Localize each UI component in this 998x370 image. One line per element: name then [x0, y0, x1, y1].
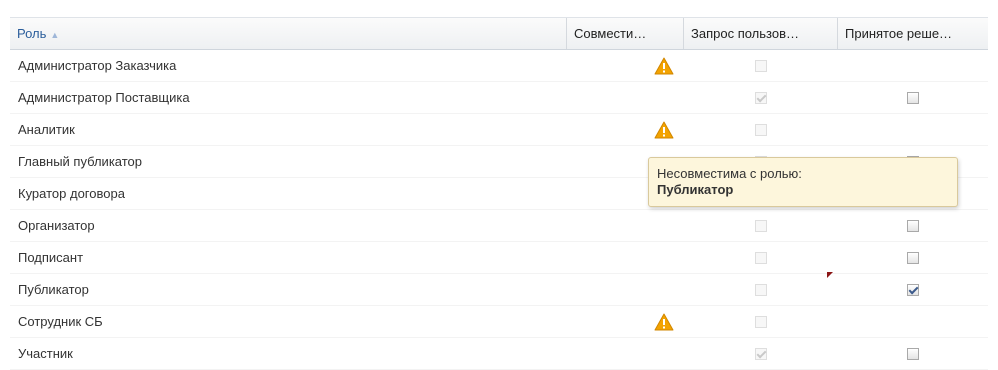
user-request-cell [684, 210, 838, 241]
role-cell: Куратор договора [18, 186, 125, 201]
user-request-checkbox [755, 59, 767, 72]
user-request-checkbox [755, 251, 767, 264]
warning-icon[interactable] [654, 313, 674, 331]
table-row[interactable]: Участник [10, 338, 988, 370]
compatibility-cell [567, 82, 684, 113]
user-request-cell [684, 242, 838, 273]
decision-cell [838, 306, 988, 337]
column-header-role[interactable]: Роль ▲ [10, 18, 567, 49]
compatibility-cell [567, 306, 684, 337]
decision-cell [838, 114, 988, 145]
dirty-cell-marker [827, 272, 833, 278]
tooltip-role: Публикатор [657, 182, 734, 197]
decision-cell [838, 274, 988, 305]
user-request-cell [684, 274, 838, 305]
role-cell: Сотрудник СБ [18, 314, 103, 329]
grid-header: Роль ▲ Совмести… Запрос пользов… Принятое… [10, 17, 988, 50]
user-request-checkbox [755, 91, 767, 104]
compatibility-cell [567, 50, 684, 81]
table-row[interactable]: Сотрудник СБ [10, 306, 988, 338]
decision-cell [838, 210, 988, 241]
decision-checkbox[interactable] [907, 91, 919, 104]
decision-cell [838, 50, 988, 81]
table-row[interactable]: Администратор Поставщика [10, 82, 988, 114]
role-cell: Подписант [18, 250, 84, 265]
role-cell: Администратор Заказчика [18, 58, 177, 73]
warning-icon[interactable] [654, 57, 674, 75]
grid-body: Администратор Заказчика Администратор Пос… [10, 50, 988, 370]
incompatibility-tooltip: Несовместима с ролью: Публикатор [648, 157, 958, 207]
compatibility-cell [567, 338, 684, 369]
user-request-checkbox [755, 315, 767, 328]
decision-checkbox[interactable] [907, 347, 919, 360]
role-cell: Аналитик [18, 122, 75, 137]
decision-checkbox[interactable] [907, 283, 919, 296]
user-request-checkbox [755, 283, 767, 296]
role-cell: Организатор [18, 218, 95, 233]
table-row[interactable]: Администратор Заказчика [10, 50, 988, 82]
compatibility-cell [567, 114, 684, 145]
role-cell: Администратор Поставщика [18, 90, 190, 105]
table-row[interactable]: Публикатор [10, 274, 988, 306]
sort-ascending-icon: ▲ [50, 30, 60, 40]
role-cell: Главный публикатор [18, 154, 143, 169]
decision-cell [838, 338, 988, 369]
user-request-checkbox [755, 347, 767, 360]
user-request-cell [684, 338, 838, 369]
decision-cell [838, 242, 988, 273]
user-request-cell [684, 114, 838, 145]
tooltip-text: Несовместима с ролью: [657, 166, 802, 181]
table-row[interactable]: Подписант [10, 242, 988, 274]
user-request-cell [684, 306, 838, 337]
role-cell: Участник [18, 346, 73, 361]
compatibility-cell [567, 242, 684, 273]
user-request-cell [684, 50, 838, 81]
column-header-decision[interactable]: Принятое реше… [838, 18, 988, 49]
column-header-role-label: Роль [17, 26, 47, 41]
decision-checkbox[interactable] [907, 251, 919, 264]
user-request-checkbox [755, 219, 767, 232]
decision-cell [838, 82, 988, 113]
warning-icon[interactable] [654, 121, 674, 139]
decision-checkbox[interactable] [907, 219, 919, 232]
compatibility-cell [567, 210, 684, 241]
table-row[interactable]: Аналитик [10, 114, 988, 146]
user-request-cell [684, 82, 838, 113]
user-request-checkbox [755, 123, 767, 136]
column-header-compatibility[interactable]: Совмести… [567, 18, 684, 49]
compatibility-cell [567, 274, 684, 305]
column-header-user-request[interactable]: Запрос пользов… [684, 18, 838, 49]
table-row[interactable]: Организатор [10, 210, 988, 242]
role-cell: Публикатор [18, 282, 89, 297]
